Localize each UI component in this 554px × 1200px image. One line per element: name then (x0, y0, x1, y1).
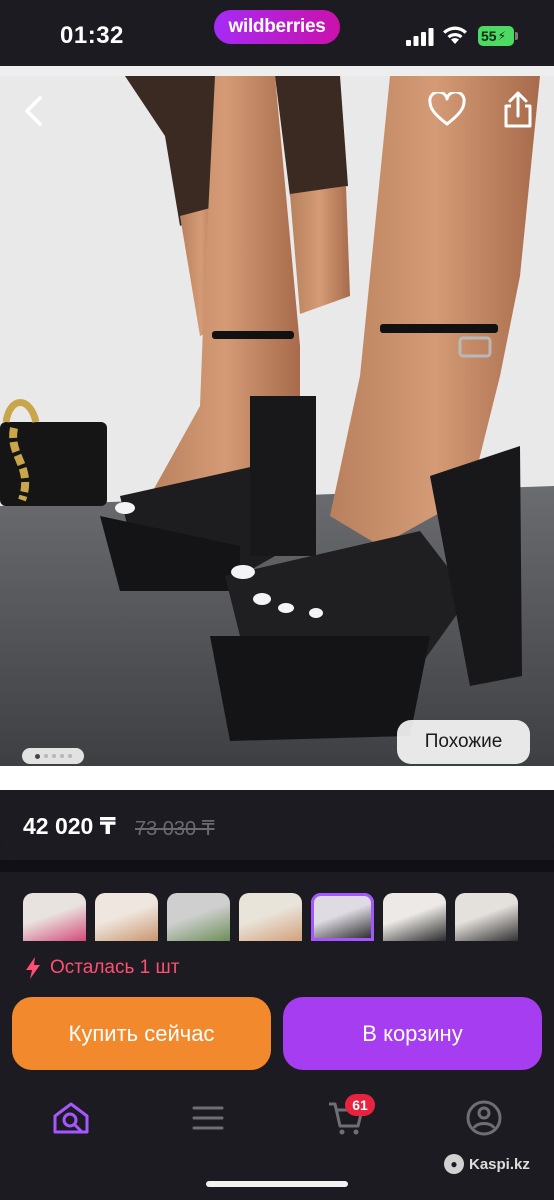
back-icon[interactable] (18, 94, 52, 128)
gallery-dot (67, 754, 72, 758)
share-icon[interactable] (500, 90, 536, 130)
stock-text: Осталась 1 шт (50, 957, 180, 978)
header-divider (0, 66, 554, 76)
buy-now-button[interactable]: Купить сейчас (12, 997, 271, 1070)
thumb-3[interactable] (167, 893, 230, 941)
thumb-7[interactable] (455, 893, 518, 941)
thumb-6[interactable] (383, 893, 446, 941)
section-gap (0, 860, 554, 872)
signal-icon (406, 28, 434, 46)
battery-indicator: 55 ⚡ (478, 26, 514, 46)
variant-thumbnails (23, 893, 554, 941)
home-search-icon[interactable] (51, 1098, 91, 1138)
product-photo[interactable]: Похожие (0, 76, 554, 766)
thumb-2[interactable] (95, 893, 158, 941)
current-price: 42 020 ₸ (23, 813, 116, 839)
status-time: 01:32 (60, 22, 124, 49)
thumb-5[interactable] (311, 893, 374, 941)
watermark-text: Kaspi.kz (469, 1155, 530, 1173)
gallery-pagination (22, 748, 84, 764)
lightning-icon (26, 957, 40, 979)
menu-icon[interactable] (188, 1098, 228, 1138)
charging-bolt-icon: ⚡ (497, 29, 507, 43)
heart-icon[interactable] (428, 92, 466, 128)
gallery-dot (59, 754, 64, 758)
add-to-cart-button[interactable]: В корзину (283, 997, 542, 1070)
thumb-1[interactable] (23, 893, 86, 941)
wifi-icon (443, 26, 467, 44)
thumb-4[interactable] (239, 893, 302, 941)
gallery-dot (51, 754, 56, 758)
photo-bottom-band (0, 766, 554, 790)
stock-warning: Осталась 1 шт (24, 956, 179, 980)
battery-level: 55 (481, 28, 497, 44)
old-price: 73 030 ₸ (135, 818, 215, 840)
brand-logo: wildberries (214, 10, 340, 44)
status-bar: 01:32 wildberries 55 ⚡ (0, 0, 554, 66)
home-indicator[interactable] (206, 1181, 348, 1187)
kaspi-watermark: ● Kaspi.kz (444, 1154, 530, 1174)
cart-count-badge: 61 (345, 1094, 375, 1116)
product-image (0, 76, 554, 766)
gallery-dot (34, 753, 40, 759)
profile-icon[interactable] (464, 1098, 504, 1138)
gallery-dot (43, 754, 48, 758)
kaspi-logo-icon: ● (444, 1154, 464, 1174)
similar-button[interactable]: Похожие (397, 720, 530, 764)
battery-tip (515, 32, 518, 40)
